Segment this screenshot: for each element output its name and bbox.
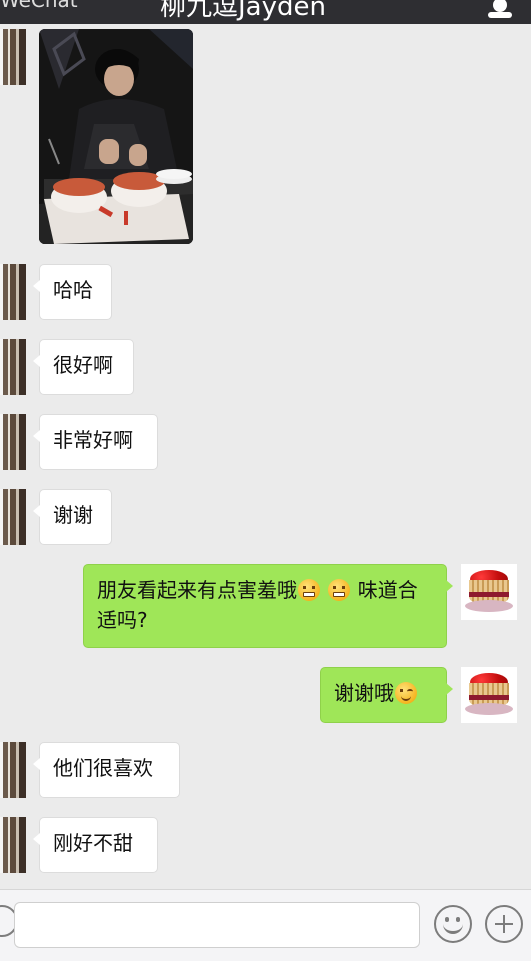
- friend-avatar[interactable]: [0, 339, 26, 395]
- friend-avatar[interactable]: [0, 489, 26, 545]
- cake-photo-image: [39, 29, 193, 244]
- friend-avatar[interactable]: [0, 817, 26, 873]
- message-text: 很好啊: [53, 353, 113, 377]
- friend-avatar[interactable]: [0, 742, 26, 798]
- my-avatar[interactable]: [461, 564, 517, 620]
- cake-avatar-image: [461, 564, 517, 620]
- grimace-emoji-icon: [328, 579, 351, 601]
- photo-message[interactable]: [39, 29, 193, 244]
- back-button[interactable]: WeChat: [0, 0, 78, 12]
- plus-icon[interactable]: [485, 905, 523, 943]
- incoming-message-bubble[interactable]: 他们很喜欢: [33, 742, 180, 798]
- grimace-emoji-icon: [298, 579, 320, 601]
- my-avatar[interactable]: [461, 667, 517, 723]
- incoming-message-bubble[interactable]: 很好啊: [33, 339, 134, 395]
- message-input[interactable]: [14, 902, 420, 948]
- cake-avatar-image: [461, 667, 517, 723]
- message-text: 刚好不甜: [53, 831, 133, 855]
- message-text: 他们很喜欢: [53, 756, 153, 780]
- friend-avatar[interactable]: [0, 414, 26, 470]
- outgoing-message-bubble[interactable]: 朋友看起来有点害羞哦 味道合适吗?: [83, 564, 453, 648]
- person-icon[interactable]: [487, 0, 513, 18]
- friend-avatar[interactable]: [0, 29, 26, 85]
- emoji-icon[interactable]: [434, 905, 472, 943]
- incoming-message-bubble[interactable]: 非常好啊: [33, 414, 158, 470]
- friend-avatar[interactable]: [0, 264, 26, 320]
- incoming-message-bubble[interactable]: 哈哈: [33, 264, 112, 320]
- chat-title: 柳九逗Jayden: [160, 0, 326, 22]
- input-bar: [0, 889, 531, 961]
- top-bar: WeChat 柳九逗Jayden: [0, 0, 531, 24]
- message-text: 谢谢: [53, 503, 93, 527]
- incoming-message-bubble[interactable]: 谢谢: [33, 489, 112, 545]
- message-text: 非常好啊: [53, 428, 133, 452]
- incoming-message-bubble[interactable]: 刚好不甜: [33, 817, 158, 873]
- message-text: 朋友看起来有点害羞哦: [97, 578, 297, 602]
- outgoing-message-bubble[interactable]: 谢谢哦: [320, 667, 453, 723]
- message-text: 哈哈: [53, 278, 93, 302]
- wink-emoji-icon: [395, 682, 417, 704]
- message-text: 谢谢哦: [334, 681, 394, 705]
